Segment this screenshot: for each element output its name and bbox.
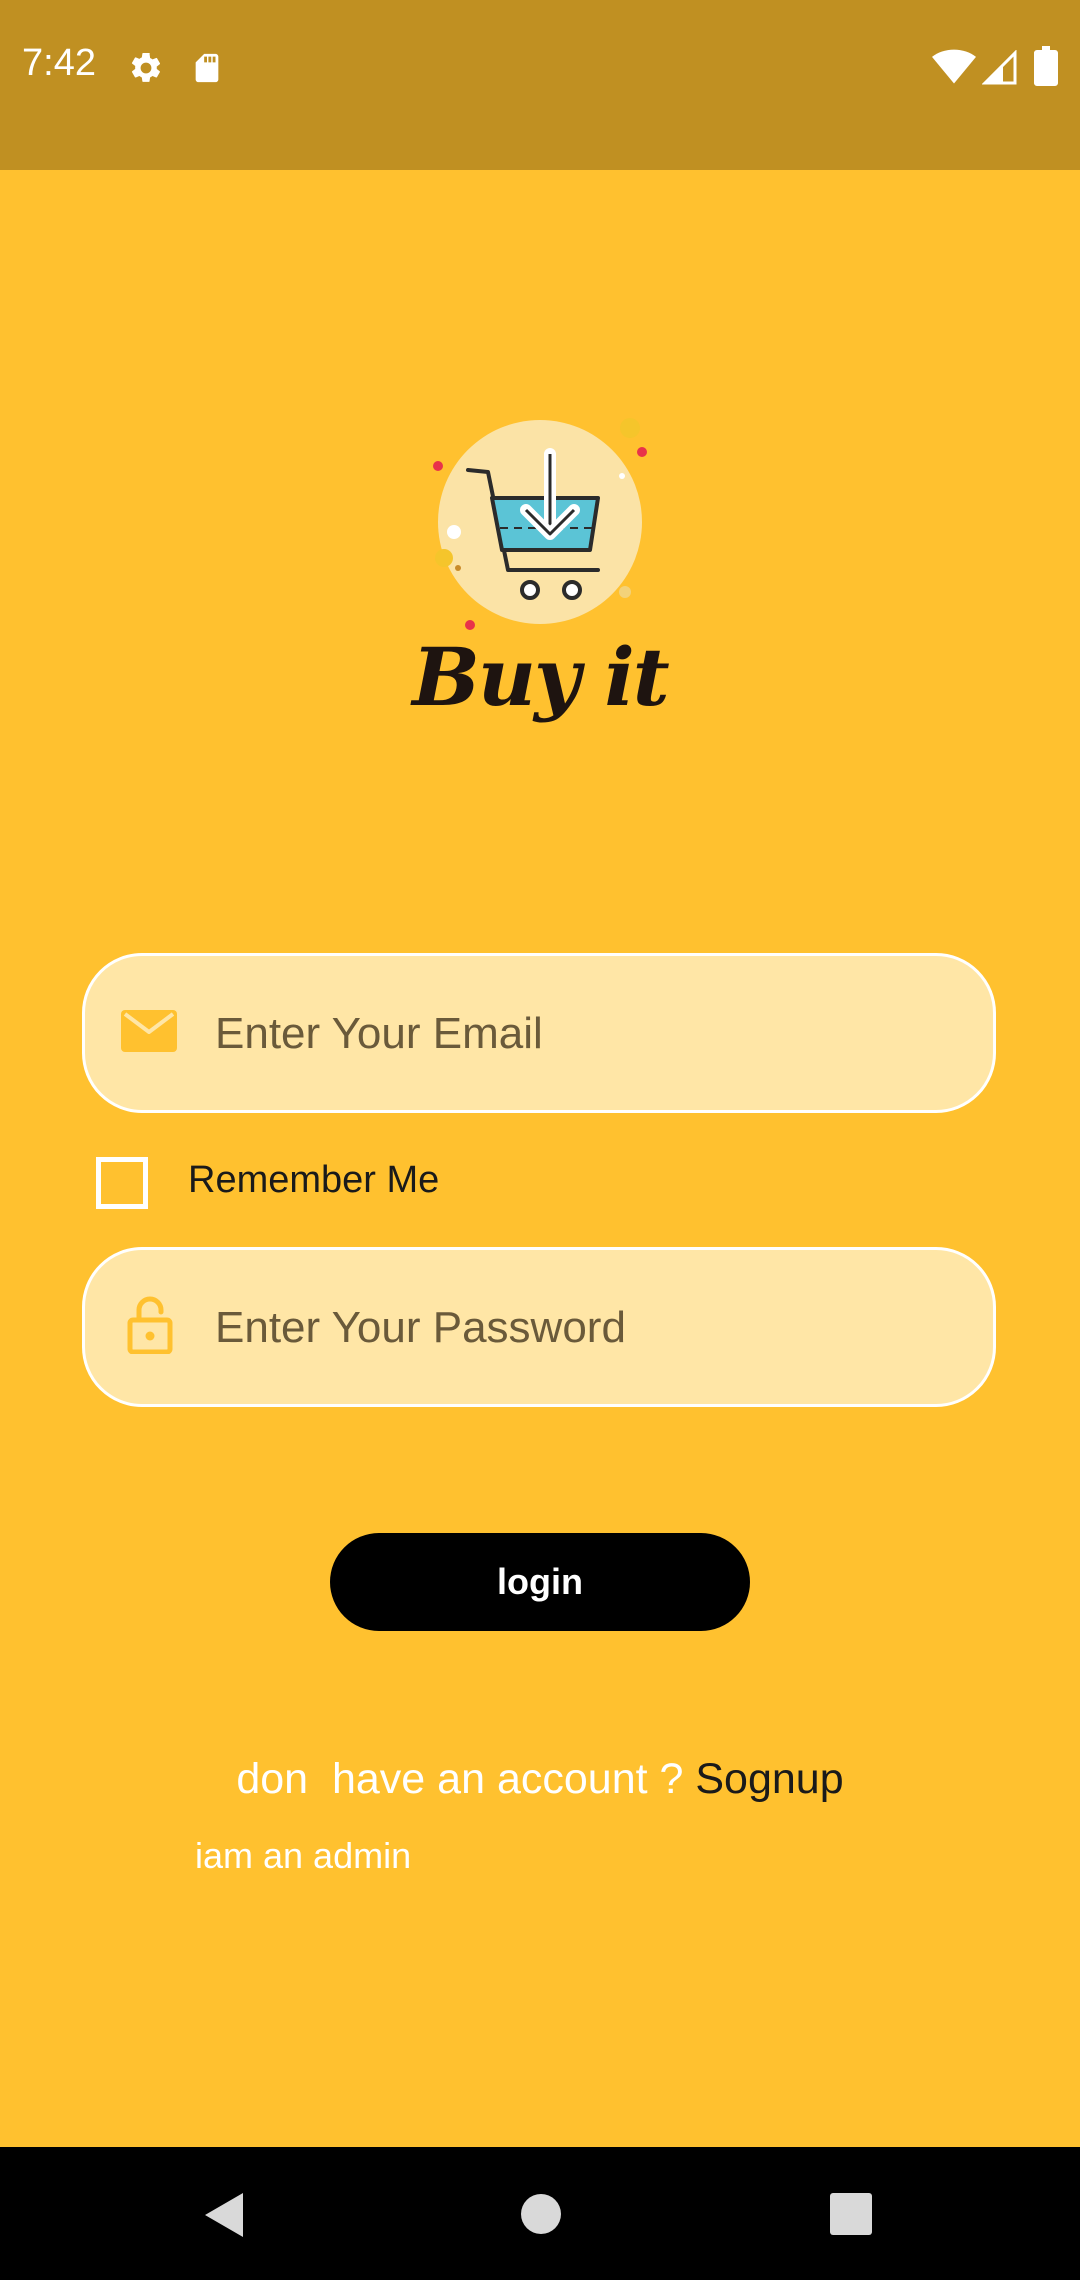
signup-row: don have an account ? Sognup [0, 1755, 1080, 1804]
sd-card-icon [195, 53, 219, 83]
password-field[interactable] [82, 1247, 996, 1407]
app-logo [420, 410, 660, 640]
email-field[interactable] [82, 953, 996, 1113]
brand-name: Buy it [412, 630, 669, 724]
cell-signal-icon [982, 50, 1017, 85]
signup-prompt: don have an account ? [236, 1755, 696, 1803]
navigation-bar [0, 2147, 1080, 2280]
shopping-cart-logo-icon [433, 418, 647, 630]
home-button[interactable] [480, 2147, 600, 2280]
back-icon [205, 2193, 243, 2237]
status-bar: 7:42 [0, 0, 1080, 170]
remember-me-label: Remember Me [188, 1159, 440, 1201]
login-button[interactable]: login [330, 1533, 750, 1631]
lock-open-icon [127, 1296, 173, 1354]
wifi-icon [932, 49, 976, 84]
recents-button[interactable] [790, 2147, 910, 2280]
remember-me-checkbox[interactable] [96, 1157, 148, 1209]
back-button[interactable] [165, 2147, 285, 2280]
home-icon [521, 2194, 561, 2234]
status-time: 7:42 [22, 42, 96, 84]
password-input[interactable] [215, 1280, 955, 1376]
signup-link[interactable]: Sognup [695, 1755, 843, 1803]
battery-icon [1034, 46, 1058, 86]
recents-icon [830, 2193, 872, 2235]
email-input[interactable] [215, 986, 955, 1082]
admin-link[interactable]: iam an admin [195, 1835, 411, 1877]
envelope-icon [121, 1010, 177, 1052]
gear-icon [131, 52, 161, 82]
